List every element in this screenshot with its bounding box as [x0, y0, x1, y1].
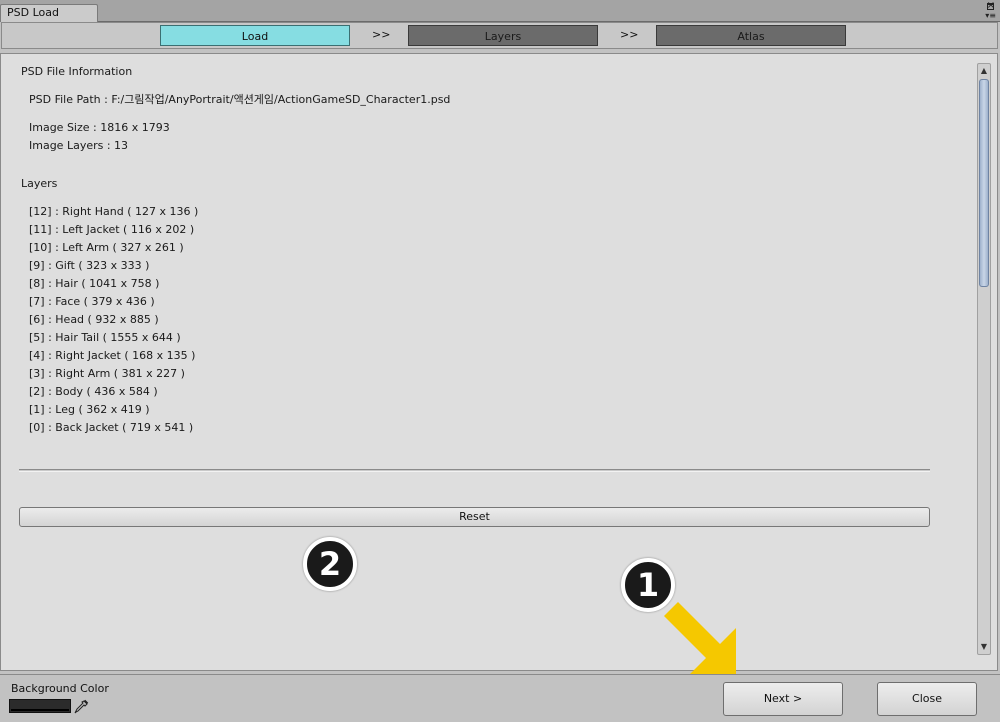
- list-item: [2] : Body ( 436 x 584 ): [29, 385, 158, 398]
- vertical-scrollbar[interactable]: ▲ ▼: [977, 63, 991, 655]
- list-item: [4] : Right Jacket ( 168 x 135 ): [29, 349, 196, 362]
- list-item: [8] : Hair ( 1041 x 758 ): [29, 277, 160, 290]
- image-size: Image Size : 1816 x 1793: [29, 121, 170, 134]
- step-layers[interactable]: Layers: [408, 25, 598, 46]
- eyedropper-icon[interactable]: [73, 699, 89, 715]
- step-atlas[interactable]: Atlas: [656, 25, 846, 46]
- scroll-up-icon[interactable]: ▲: [978, 64, 990, 78]
- scroll-thumb[interactable]: [979, 79, 989, 287]
- tab-psd-load[interactable]: PSD Load: [0, 4, 98, 22]
- section-title-psd-info: PSD File Information: [21, 65, 133, 78]
- psd-load-window: PSD Load × ▾≡ Load >> Layers >> Atlas PS…: [0, 0, 1000, 722]
- list-item: [12] : Right Hand ( 127 x 136 ): [29, 205, 199, 218]
- background-color-swatch[interactable]: [9, 699, 71, 713]
- background-color-label: Background Color: [11, 682, 109, 695]
- menu-icon[interactable]: ▾≡: [985, 12, 996, 20]
- list-item: [9] : Gift ( 323 x 333 ): [29, 259, 150, 272]
- arrow-down-right-icon: [664, 602, 736, 674]
- list-item: [10] : Left Arm ( 327 x 261 ): [29, 241, 184, 254]
- close-button[interactable]: Close: [877, 682, 977, 716]
- list-item: [7] : Face ( 379 x 436 ): [29, 295, 155, 308]
- scroll-content[interactable]: PSD File Information PSD File Path : F:/…: [0, 53, 998, 671]
- reset-button[interactable]: Reset: [19, 507, 930, 527]
- list-item: [0] : Back Jacket ( 719 x 541 ): [29, 421, 194, 434]
- tab-strip: PSD Load × ▾≡: [0, 0, 1000, 22]
- step-load[interactable]: Load: [160, 25, 350, 46]
- list-item: [6] : Head ( 932 x 885 ): [29, 313, 159, 326]
- step-separator: >>: [372, 28, 391, 41]
- list-item: [5] : Hair Tail ( 1555 x 644 ): [29, 331, 181, 344]
- image-layers-count: Image Layers : 13: [29, 139, 129, 152]
- window-controls: × ▾≡: [982, 1, 996, 21]
- list-item: [1] : Leg ( 362 x 419 ): [29, 403, 150, 416]
- next-button[interactable]: Next >: [723, 682, 843, 716]
- callout-badge-2: 2: [303, 537, 357, 591]
- close-icon[interactable]: ×: [987, 1, 995, 11]
- psd-file-path: PSD File Path : F:/그림작업/AnyPortrait/액션게임…: [29, 93, 451, 106]
- step-bar: Load >> Layers >> Atlas: [0, 22, 1000, 50]
- divider: [19, 469, 930, 472]
- step-separator: >>: [620, 28, 639, 41]
- list-item: [11] : Left Jacket ( 116 x 202 ): [29, 223, 195, 236]
- bottom-bar: Background Color Next > Close: [0, 674, 1000, 722]
- list-item: [3] : Right Arm ( 381 x 227 ): [29, 367, 185, 380]
- scroll-down-icon[interactable]: ▼: [978, 640, 990, 654]
- section-title-layers: Layers: [21, 177, 58, 190]
